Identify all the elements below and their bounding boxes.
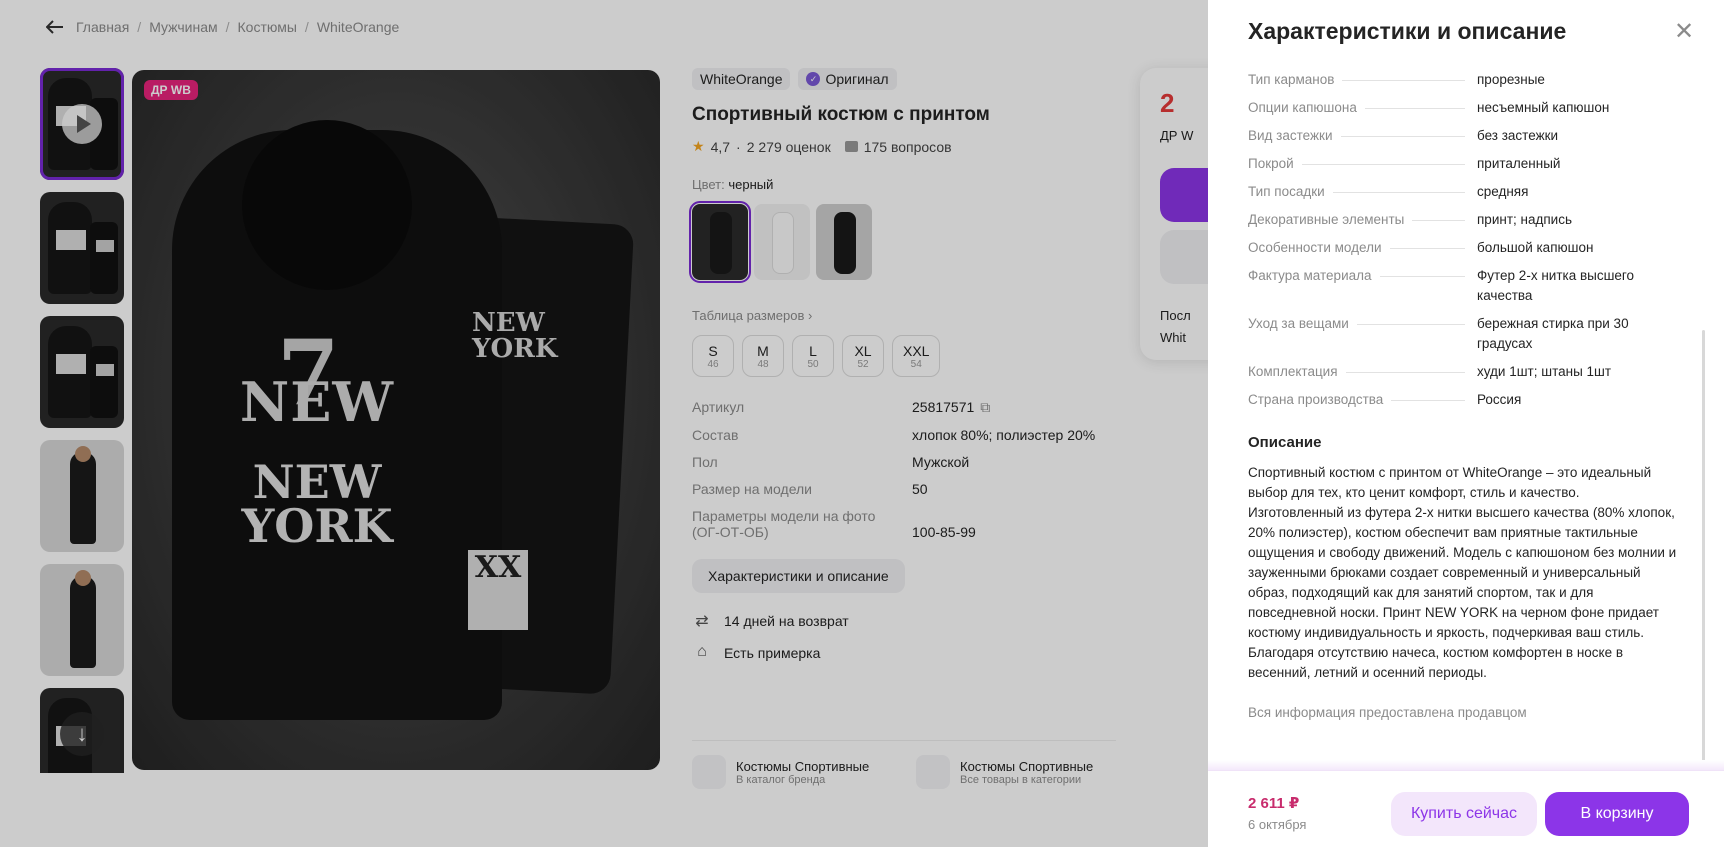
- characteristic-row: Опции капюшона несъемный капюшон: [1248, 100, 1610, 115]
- drawer-footer: 2 611 ₽ 6 октября Купить сейчас В корзин…: [1208, 770, 1724, 847]
- characteristic-row: Тип посадки средняя: [1248, 184, 1529, 199]
- characteristic-row: Страна производства Россия: [1248, 392, 1522, 407]
- description-heading: Описание: [1248, 434, 1322, 451]
- characteristic-row: Вид застежки без застежки: [1248, 128, 1559, 143]
- characteristic-row: Уход за вещами бережная стирка при 30 гра…: [1248, 316, 1629, 351]
- footer-shadow: [1208, 760, 1724, 770]
- drawer-title: Характеристики и описание: [1248, 18, 1567, 44]
- description-text: Спортивный костюм с принтом от WhiteOran…: [1248, 465, 1677, 680]
- modal-overlay[interactable]: [0, 0, 1208, 847]
- characteristic-row: Декоративные элементы принт; надпись: [1248, 212, 1572, 227]
- delivery-date: 6 октября: [1248, 817, 1307, 832]
- characteristics-drawer: Характеристики и описание ✕ Тип карманов…: [1208, 0, 1724, 847]
- characteristic-row: Особенности модели большой капюшон: [1248, 240, 1594, 255]
- drawer-content: Тип карманов прорезные Опции капюшона несъ…: [1248, 70, 1688, 770]
- drawer-scrollbar[interactable]: [1702, 330, 1705, 770]
- footer-price: 2 611 ₽: [1248, 795, 1300, 812]
- characteristic-row: Тип карманов прорезные: [1248, 72, 1545, 87]
- characteristic-row: Покрой приталенный: [1248, 156, 1561, 171]
- close-icon[interactable]: ✕: [1672, 20, 1696, 44]
- characteristic-row: Фактура материала Футер 2-х нитка высшего…: [1248, 268, 1635, 303]
- add-to-cart-button[interactable]: В корзину: [1545, 792, 1689, 836]
- characteristic-row: Комплектация худи 1шт; штаны 1шт: [1248, 364, 1612, 379]
- buy-now-button[interactable]: Купить сейчас: [1391, 792, 1537, 836]
- characteristics-list: Тип карманов прорезные Опции капюшона несъ…: [1248, 70, 1688, 410]
- seller-info-note: Вся информация предоставлена продавцом: [1248, 705, 1527, 720]
